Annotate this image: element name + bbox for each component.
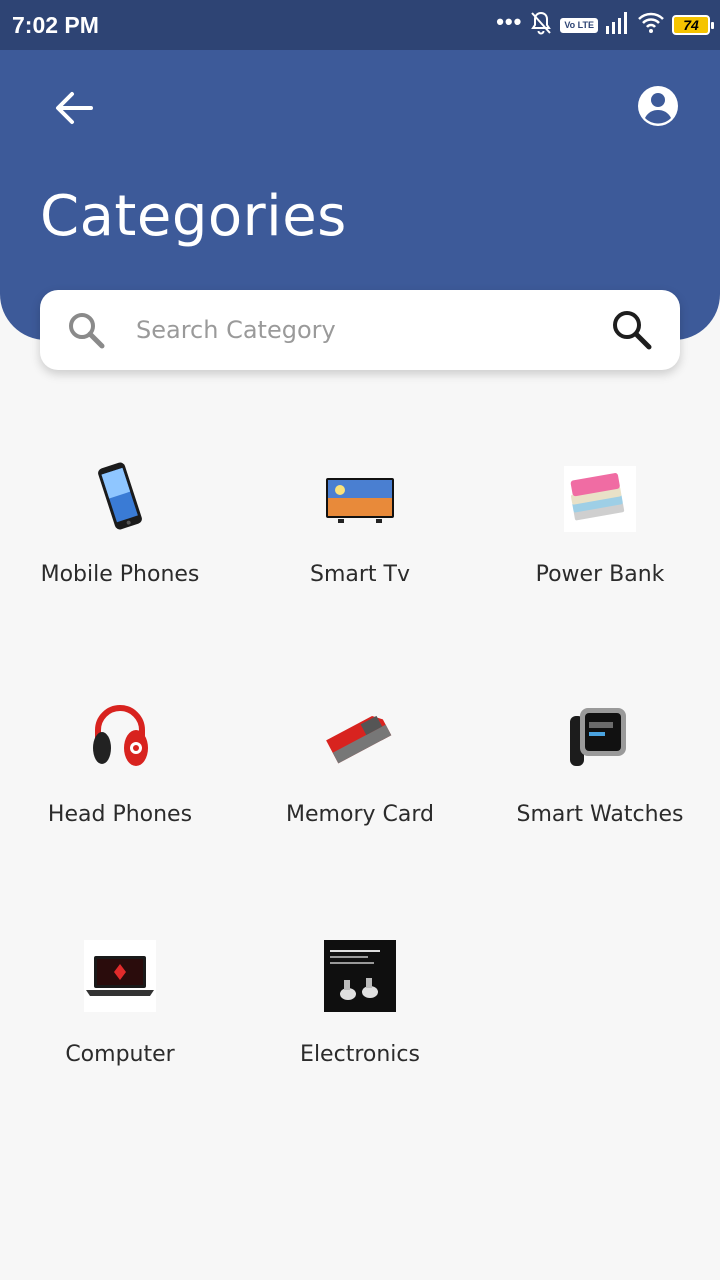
- arrow-left-icon: [56, 92, 93, 124]
- category-head-phones[interactable]: Head Phones: [0, 700, 240, 900]
- status-time: 7:02 PM: [12, 12, 99, 38]
- power-bank-image: [564, 460, 636, 532]
- category-label: Head Phones: [47, 802, 193, 827]
- category-label: Smart Watches: [516, 802, 684, 827]
- electronics-image: [324, 940, 396, 1012]
- search-bar: [40, 290, 680, 370]
- account-circle-icon: [638, 86, 678, 126]
- category-smart-watches[interactable]: Smart Watches: [480, 700, 720, 900]
- memory-card-image: [324, 700, 396, 772]
- mobile-phone-image: [84, 460, 156, 532]
- battery-icon: 74: [672, 15, 714, 35]
- signal-icon: [606, 11, 630, 39]
- category-mobile-phones[interactable]: Mobile Phones: [0, 460, 240, 660]
- category-label: Smart Tv: [310, 562, 410, 587]
- wifi-icon: [638, 12, 664, 39]
- volte-icon: Vo LTE: [560, 17, 598, 33]
- laptop-image: [84, 940, 156, 1012]
- category-memory-card[interactable]: Memory Card: [240, 700, 480, 900]
- smart-tv-image: [324, 460, 396, 532]
- status-icons: ••• Vo LTE 74: [496, 9, 714, 40]
- category-label: Mobile Phones: [40, 562, 200, 587]
- more-notifications-icon: •••: [496, 9, 523, 34]
- search-submit-icon[interactable]: [610, 308, 654, 352]
- smart-watch-image: [564, 700, 636, 772]
- search-input[interactable]: [136, 304, 586, 356]
- category-label: Computer: [65, 1042, 175, 1067]
- profile-button[interactable]: [628, 76, 688, 136]
- headphones-image: [84, 700, 156, 772]
- page-title: Categories: [40, 184, 347, 249]
- category-computer[interactable]: Computer: [0, 940, 240, 1140]
- category-label: Memory Card: [286, 802, 434, 827]
- back-button[interactable]: [46, 80, 102, 136]
- category-label: Electronics: [300, 1042, 420, 1067]
- category-smart-tv[interactable]: Smart Tv: [240, 460, 480, 660]
- muted-bell-icon: [530, 11, 552, 40]
- status-bar: 7:02 PM ••• Vo LTE 74: [0, 0, 720, 50]
- category-electronics[interactable]: Electronics: [240, 940, 480, 1140]
- category-label: Power Bank: [535, 562, 665, 587]
- category-power-bank[interactable]: Power Bank: [480, 460, 720, 660]
- search-icon: [69, 313, 105, 349]
